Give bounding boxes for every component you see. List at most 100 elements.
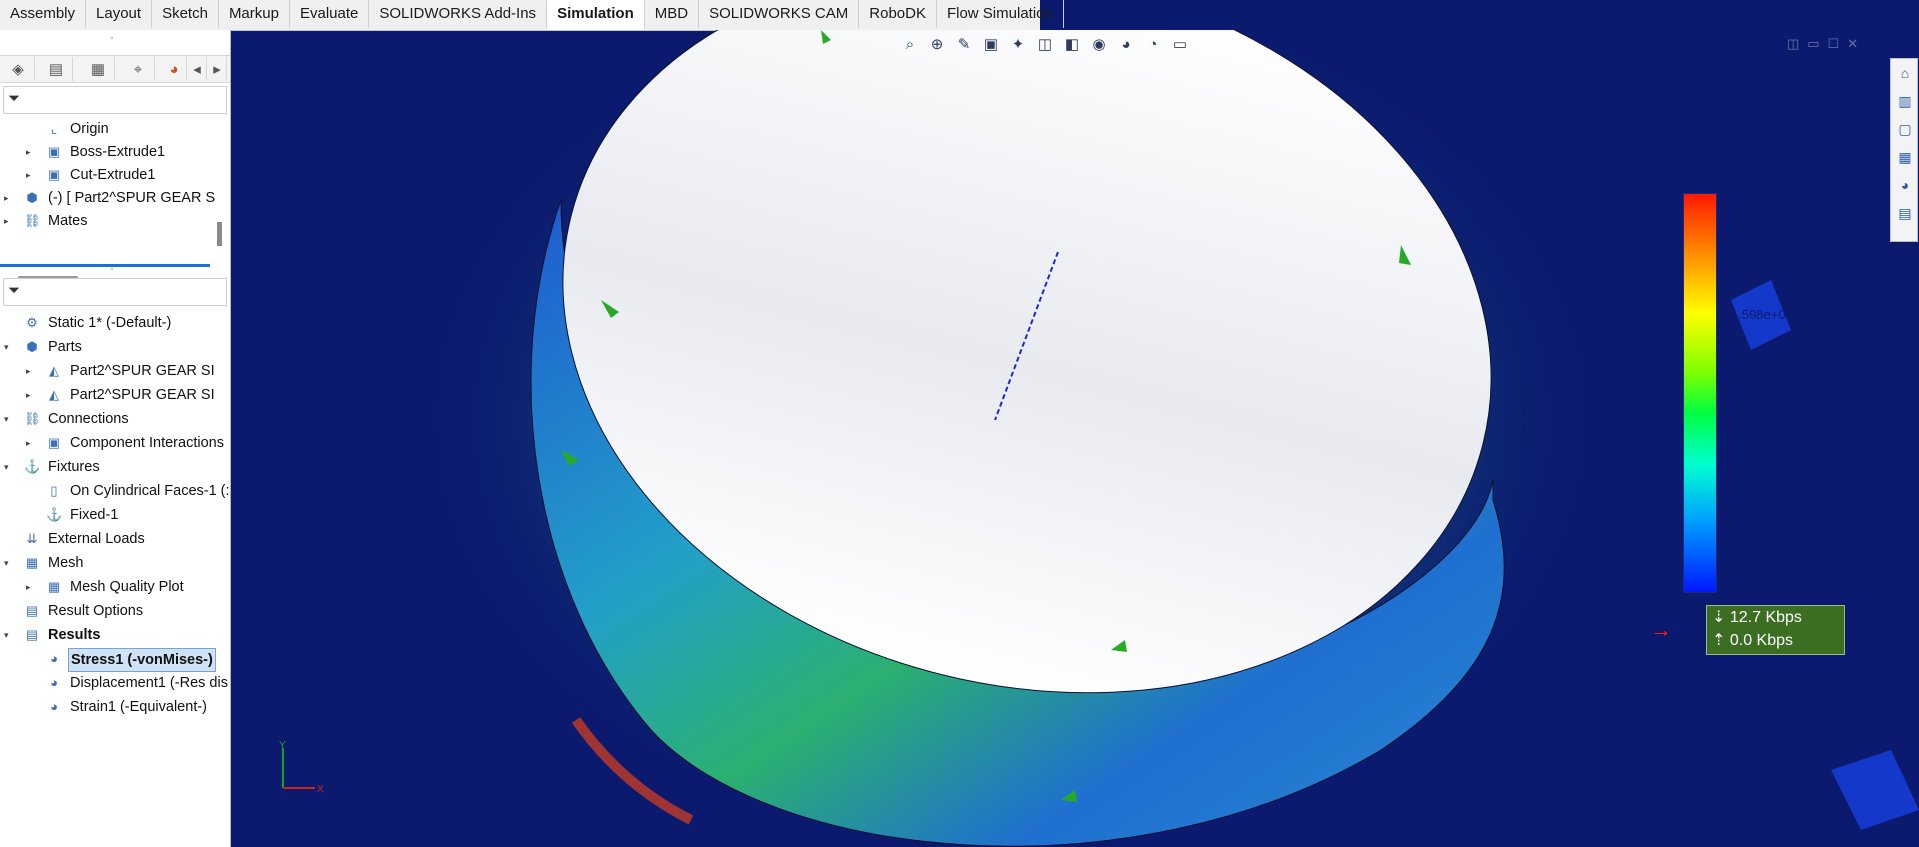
- close-icon[interactable]: ✕: [1847, 36, 1866, 51]
- property-manager-tab[interactable]: ▤: [40, 57, 73, 81]
- tab-evaluate[interactable]: Evaluate: [290, 0, 370, 28]
- zoom-area-icon[interactable]: ⊕: [925, 33, 949, 57]
- feature-tree-label: Cut-Extrude1: [70, 167, 156, 183]
- mesh-icon: ▦: [25, 555, 39, 570]
- feature-tree-label: Boss-Extrude1: [70, 144, 166, 160]
- parts-icon: ⬢: [26, 339, 38, 354]
- mesh-shard: [1831, 750, 1919, 830]
- external-loads-icon: ⇊: [26, 531, 38, 546]
- crosshair-icon: ⌖: [133, 60, 143, 78]
- part-icon: ⬢: [26, 190, 38, 205]
- sim-tree-label: Static 1* (-Default-): [48, 315, 172, 331]
- graphics-viewport[interactable]: ⌕ ⊕ ✎ ▣ ✦ ◫ ◧ ◉ ◕ ◔ ▭ Model name: SPUR G…: [231, 30, 1919, 847]
- feature-tree-label: (-) [ Part2^SPUR GEAR S: [48, 190, 216, 206]
- expand-caret-icon[interactable]: ▾: [4, 552, 9, 574]
- chevron-left-icon: ◂: [193, 61, 201, 78]
- edit-appearance-icon[interactable]: ◕: [1114, 33, 1138, 57]
- manager-tabs: ◈ ▤ ▦ ⌖ ◕ ◂ ▸: [0, 55, 230, 83]
- legend-tick-label: 1.369e+04: [1731, 347, 1793, 362]
- expand-caret-icon[interactable]: ▸: [4, 187, 9, 209]
- panel-grip-2[interactable]: ◦: [110, 264, 114, 275]
- file-explorer-icon[interactable]: ▢: [1895, 119, 1915, 139]
- view-palette-icon[interactable]: ▦: [1895, 147, 1915, 167]
- panel-grip[interactable]: ◦: [110, 33, 114, 44]
- sim-tree-label: Results: [48, 627, 101, 643]
- tab-robodk[interactable]: RoboDK: [859, 0, 937, 28]
- tab-solidworks-cam[interactable]: SOLIDWORKS CAM: [699, 0, 860, 28]
- feature-tree-filter[interactable]: ⏷: [3, 86, 227, 114]
- scroll-left-button[interactable]: ◂: [188, 57, 207, 81]
- cut-extrude-icon: ▣: [47, 167, 61, 182]
- section-view-icon[interactable]: ▣: [979, 33, 1003, 57]
- expand-caret-icon[interactable]: ▸: [26, 164, 31, 186]
- fixtures-icon: ⚓: [24, 459, 41, 474]
- expand-caret-icon[interactable]: ▸: [26, 432, 31, 454]
- feature-tree-label: Origin: [70, 121, 109, 137]
- resources-icon[interactable]: ▥: [1895, 91, 1915, 111]
- plot-type-text: Plot type: Static nodal stress Stress1: [250, 87, 462, 102]
- expand-caret-icon[interactable]: ▾: [4, 336, 9, 358]
- display-manager-tab[interactable]: ◕: [162, 57, 187, 81]
- expand-caret-icon[interactable]: ▸: [26, 141, 31, 163]
- display-style-icon[interactable]: ◧: [1060, 33, 1084, 57]
- tab-assembly[interactable]: Assembly: [0, 0, 87, 28]
- legend-tick-label: 6.847e+03: [1731, 467, 1793, 482]
- scene-icon[interactable]: ◔: [1141, 33, 1165, 57]
- upload-arrow-icon: ⇡: [1712, 632, 1730, 649]
- window-controls: ◫▭☐✕: [1787, 36, 1866, 52]
- sim-tree-label: External Loads: [48, 531, 145, 547]
- minimize-icon[interactable]: ▭: [1807, 36, 1827, 51]
- maximize-icon[interactable]: ☐: [1828, 36, 1848, 51]
- task-pane-tabs: ⌂ ▥ ▢ ▦ ◕ ▤: [1890, 58, 1918, 242]
- expand-caret-icon[interactable]: ▸: [26, 576, 31, 598]
- legend-tick-label: 1.598e+04: [1731, 307, 1793, 322]
- sim-tree-label: Component Interactions: [70, 435, 224, 451]
- expand-caret-icon[interactable]: ▸: [26, 360, 31, 382]
- sim-tree-label: Mesh Quality Plot: [70, 579, 184, 595]
- previous-view-icon[interactable]: ✎: [952, 33, 976, 57]
- tab-markup[interactable]: Markup: [219, 0, 290, 28]
- study-name-text: Study name: Static 1(-Default-): [250, 67, 429, 82]
- tab-simulation[interactable]: Simulation: [547, 0, 645, 30]
- legend-title: von Mises (N/m^2): [1683, 138, 1791, 153]
- expand-caret-icon[interactable]: ▸: [4, 210, 9, 232]
- part-icon: ◭: [49, 387, 59, 402]
- scroll-right-button[interactable]: ▸: [208, 57, 227, 81]
- cylinder-fixture-icon: ▯: [50, 483, 58, 498]
- dynamic-annotation-icon[interactable]: ✦: [1006, 33, 1030, 57]
- appearances-icon[interactable]: ◕: [1895, 175, 1915, 195]
- tab-mbd[interactable]: MBD: [645, 0, 700, 28]
- legend-tick-label: 0.000e+00: [1731, 587, 1793, 602]
- hide-show-icon[interactable]: ◉: [1087, 33, 1111, 57]
- left-panel: ◦ ◈ ▤ ▦ ⌖ ◕ ◂ ▸ ⏷ ⌞ Origin ▸ ▣ Boss-Extrude1…: [0, 30, 231, 847]
- home-icon[interactable]: ⌂: [1895, 63, 1915, 83]
- view-orientation-icon[interactable]: ◫: [1033, 33, 1057, 57]
- expand-caret-icon[interactable]: ▸: [26, 384, 31, 406]
- x-axis-label: X: [317, 784, 324, 795]
- expand-caret-icon[interactable]: ▾: [4, 624, 9, 646]
- tab-solidworks-add-ins[interactable]: SOLIDWORKS Add-Ins: [369, 0, 548, 28]
- sim-tree-filter[interactable]: ⏷: [3, 278, 227, 306]
- displacement-plot-icon: ◕: [50, 675, 58, 690]
- feature-manager-tab[interactable]: ◈: [2, 57, 35, 81]
- tab-flow-simulation[interactable]: Flow Simulation: [937, 0, 1064, 28]
- strain-plot-icon: ◕: [50, 699, 58, 714]
- legend-tick-label: 1.826e+04: [1731, 267, 1793, 282]
- sim-tree-label: Parts: [48, 339, 82, 355]
- mesh-plot-icon: ▦: [47, 579, 61, 594]
- dimxpert-tab[interactable]: ⌖: [122, 57, 155, 81]
- custom-properties-icon[interactable]: ▤: [1895, 203, 1915, 223]
- heads-up-toolbar: ⌕ ⊕ ✎ ▣ ✦ ◫ ◧ ◉ ◕ ◔ ▭: [898, 33, 1192, 57]
- expand-caret-icon[interactable]: ▾: [4, 408, 9, 430]
- restore-icon[interactable]: ◫: [1787, 36, 1807, 51]
- tab-layout[interactable]: Layout: [86, 0, 153, 28]
- results-icon: ▤: [25, 627, 39, 642]
- view-settings-icon[interactable]: ▭: [1168, 33, 1192, 57]
- result-options-icon: ▤: [25, 603, 39, 618]
- feature-tree-scrollbar[interactable]: [217, 222, 222, 246]
- expand-caret-icon[interactable]: ▾: [4, 456, 9, 478]
- download-speed: 12.7 Kbps: [1729, 609, 1802, 626]
- configuration-manager-tab[interactable]: ▦: [82, 57, 115, 81]
- zoom-to-fit-icon[interactable]: ⌕: [898, 33, 922, 57]
- tab-sketch[interactable]: Sketch: [152, 0, 219, 28]
